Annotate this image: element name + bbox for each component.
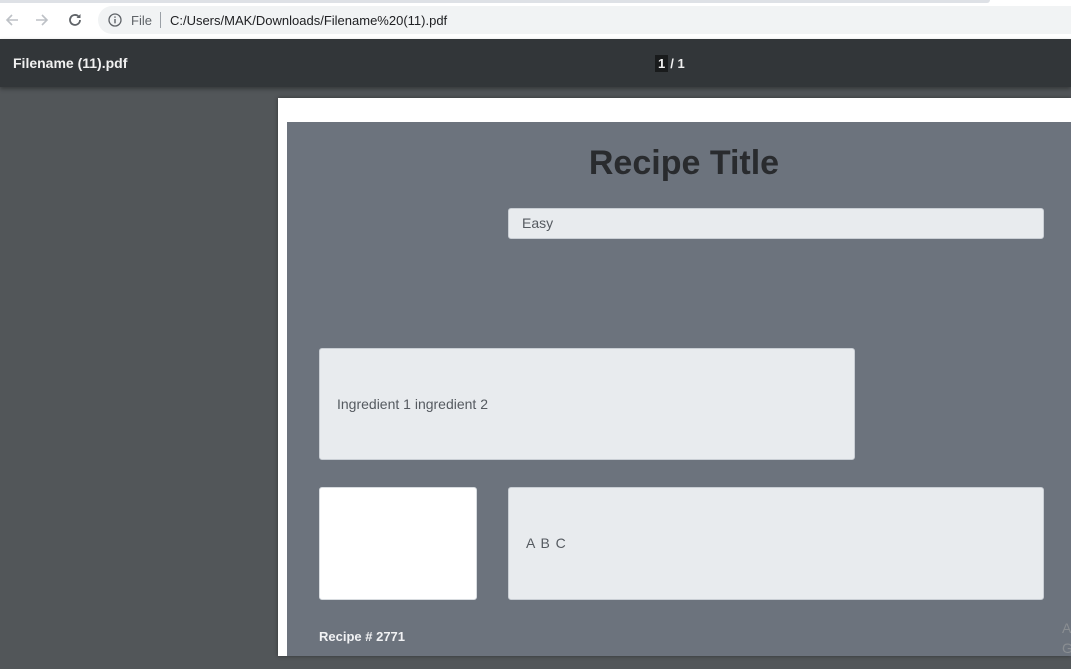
page-total: / 1 [670,55,685,71]
recipe-number: Recipe # 2771 [319,629,406,644]
url-divider [159,12,161,28]
info-circle-icon[interactable] [108,13,122,27]
reload-button[interactable] [63,8,87,32]
page-number-input[interactable]: 1 [655,54,669,72]
recipe-image-placeholder [319,487,477,600]
windows-activation-watermark: AG [1062,620,1071,656]
browser-toolbar: File C:/Users/MAK/Downloads/Filename%20(… [0,0,1071,39]
pdf-file-name: Filename (11).pdf [13,55,128,71]
ingredients-field: Ingredient 1 ingredient 2 [319,348,855,460]
arrow-right-icon [34,12,50,28]
url-text[interactable]: C:/Users/MAK/Downloads/Filename%20(11).p… [170,13,447,28]
recipe-card: Recipe Title Easy Ingredient 1 ingredien… [287,122,1071,656]
difficulty-field: Easy [508,208,1044,239]
recipe-title: Recipe Title [588,144,780,182]
arrow-left-icon [4,12,20,28]
pdf-page: Recipe Title Easy Ingredient 1 ingredien… [278,98,1071,656]
url-scheme-label: File [131,12,152,28]
steps-field: A B C [508,487,1044,600]
reload-icon [67,12,83,28]
page-counter: 1 / 1 [655,54,685,72]
pdf-toolbar: Filename (11).pdf 1 / 1 [0,39,1071,87]
address-bar[interactable]: File C:/Users/MAK/Downloads/Filename%20(… [98,6,1071,34]
forward-button[interactable] [30,8,54,32]
back-button[interactable] [0,8,24,32]
tab-strip-edge [0,0,990,3]
